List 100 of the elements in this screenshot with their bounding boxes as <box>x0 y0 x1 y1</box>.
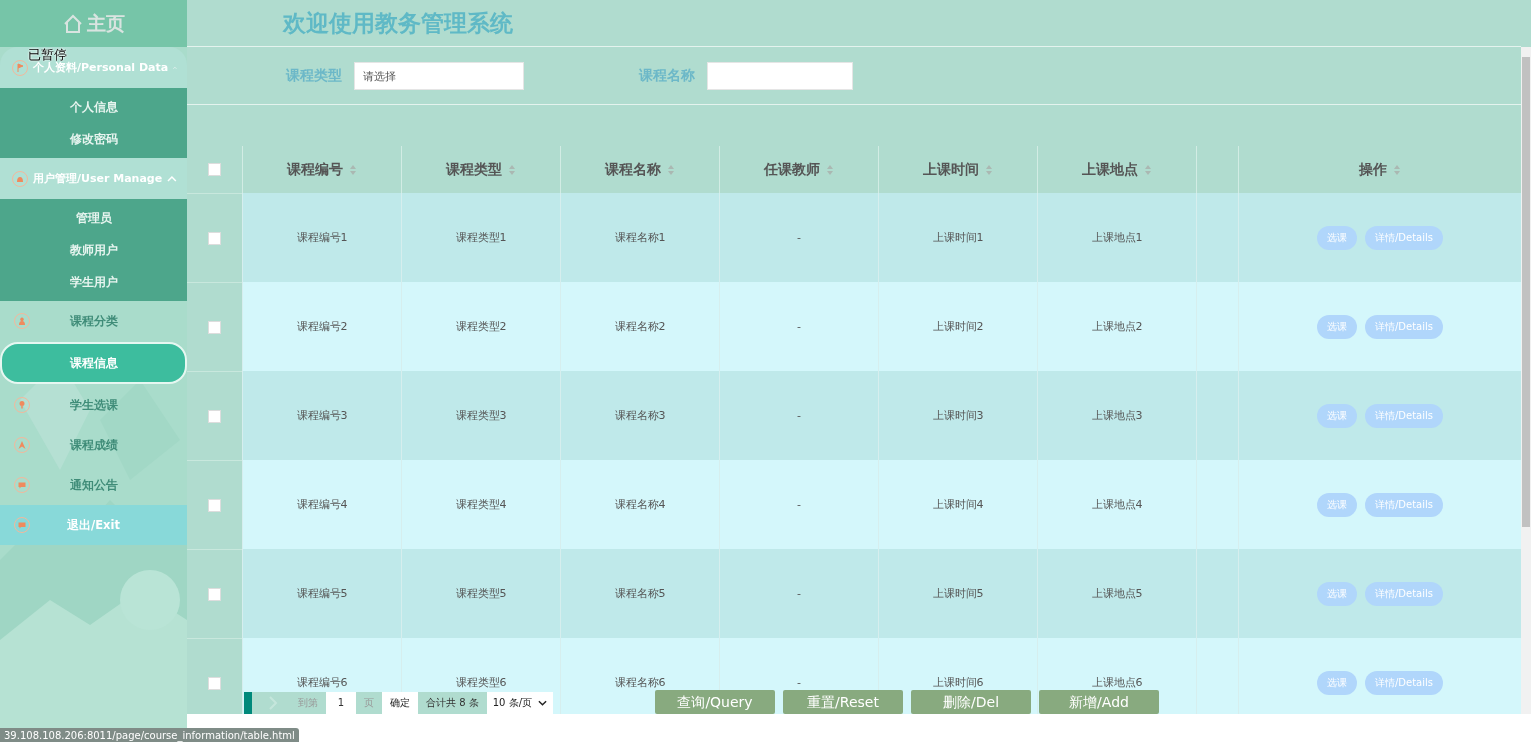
column-header[interactable]: 课程类型 <box>446 160 502 179</box>
submenu-item[interactable]: 管理员 <box>0 202 187 234</box>
table-cell: 上课地点2 <box>1091 319 1143 334</box>
column-header[interactable]: 课程编号 <box>287 160 343 179</box>
action-button[interactable]: 选课 <box>1316 581 1357 606</box>
table-cell: 课程编号1 <box>296 230 348 245</box>
search-field[interactable]: 请选择 <box>354 61 524 90</box>
column-header[interactable]: 课程名称 <box>605 160 661 179</box>
table-cell: 课程编号5 <box>296 586 348 601</box>
table-cell: 上课时间6 <box>932 675 984 690</box>
menu-item[interactable]: 课程信息 <box>0 342 187 384</box>
sort-icon <box>349 163 357 176</box>
sort-icon <box>826 163 834 176</box>
column-header[interactable]: 任课教师 <box>764 160 820 179</box>
table-cell: 上课时间2 <box>932 319 984 334</box>
table-cell: - <box>797 587 801 600</box>
page-field[interactable]: 1 <box>326 692 356 714</box>
action-button[interactable]: 详情/Details <box>1364 670 1443 695</box>
table-cell: 课程名称1 <box>614 230 666 245</box>
menu-item[interactable]: 学生选课 <box>0 385 187 425</box>
table-cell: 上课时间3 <box>932 408 984 423</box>
table-cell: 上课时间5 <box>932 586 984 601</box>
submenu-item[interactable]: 教师用户 <box>0 234 187 266</box>
checkbox[interactable] <box>208 163 221 176</box>
home-link[interactable]: 主页 <box>0 0 187 47</box>
table-cell: 课程类型2 <box>455 319 507 334</box>
table-cell: 课程编号4 <box>296 497 348 512</box>
menu-item[interactable]: 课程分类 <box>0 301 187 341</box>
table-cell: 课程编号2 <box>296 319 348 334</box>
table-cell: 上课地点4 <box>1091 497 1143 512</box>
action-button[interactable]: 重置/Reset <box>783 690 903 714</box>
table-cell: 课程类型3 <box>455 408 507 423</box>
submenu-item[interactable]: 学生用户 <box>0 266 187 298</box>
chevron-icon <box>167 175 177 182</box>
action-button[interactable]: 选课 <box>1316 314 1357 339</box>
home-icon <box>62 13 83 34</box>
menu-item[interactable]: 退出/Exit <box>0 505 187 545</box>
checkbox[interactable] <box>208 676 221 690</box>
table-cell: 上课时间4 <box>932 497 984 512</box>
action-button[interactable]: 新增/Add <box>1039 690 1159 714</box>
status-url: 39.108.108.206:8011/page/course_information/table.html <box>0 728 299 742</box>
page-size-select[interactable]: 10 条/页 <box>486 692 553 714</box>
total-count: 合计共 8 条 <box>425 696 480 710</box>
table-cell: 课程名称3 <box>614 408 666 423</box>
search-label: 课程名称 <box>639 66 695 85</box>
action-button[interactable]: 选课 <box>1316 403 1357 428</box>
menu-item[interactable]: 课程成绩 <box>0 425 187 465</box>
submenu-item[interactable]: 个人信息 <box>0 91 187 123</box>
table-cell: 课程类型5 <box>455 586 507 601</box>
page-title: 欢迎使用教务管理系统 <box>283 8 513 38</box>
table-cell: 上课地点3 <box>1091 408 1143 423</box>
action-button[interactable]: 选课 <box>1316 492 1357 517</box>
checkbox[interactable] <box>208 320 221 334</box>
submenu-item[interactable]: 修改密码 <box>0 123 187 155</box>
checkbox[interactable] <box>208 587 221 601</box>
search-label: 课程类型 <box>286 66 342 85</box>
page-marker <box>244 692 252 714</box>
column-header[interactable]: 上课地点 <box>1082 160 1138 179</box>
table-cell: 课程名称4 <box>614 497 666 512</box>
action-button[interactable]: 删除/Del <box>911 690 1031 714</box>
table-cell: 上课时间1 <box>932 230 984 245</box>
action-button[interactable]: 详情/Details <box>1364 581 1443 606</box>
page-unit: 页 <box>363 696 375 710</box>
action-button[interactable]: 选课 <box>1316 670 1357 695</box>
table-cell: 课程类型1 <box>455 230 507 245</box>
checkbox[interactable] <box>208 231 221 245</box>
table-cell: - <box>797 231 801 244</box>
checkbox[interactable] <box>208 409 221 423</box>
table-cell: 课程名称5 <box>614 586 666 601</box>
paused-label: 已暂停 <box>28 46 67 62</box>
sort-icon <box>508 163 516 176</box>
action-button[interactable]: 详情/Details <box>1364 314 1443 339</box>
table-cell: 课程名称2 <box>614 319 666 334</box>
table-cell: 课程类型6 <box>455 675 507 690</box>
menu-item[interactable]: 通知公告 <box>0 465 187 505</box>
scrollbar[interactable] <box>1521 47 1531 714</box>
sort-icon <box>985 163 993 176</box>
search-field[interactable] <box>707 61 853 90</box>
action-button[interactable]: 查询/Query <box>655 690 775 714</box>
table-cell: - <box>797 409 801 422</box>
table-cell: 课程编号6 <box>296 675 348 690</box>
action-button[interactable]: 详情/Details <box>1364 492 1443 517</box>
table-cell: 课程类型4 <box>455 497 507 512</box>
menu-group[interactable]: 用户管理/User Manage <box>0 158 187 199</box>
dropdown-icon <box>538 700 547 706</box>
table-cell: - <box>797 676 801 689</box>
sort-icon <box>667 163 675 176</box>
action-button[interactable]: 详情/Details <box>1364 225 1443 250</box>
table-cell: 课程名称6 <box>614 675 666 690</box>
action-button[interactable]: 详情/Details <box>1364 403 1443 428</box>
confirm-button[interactable]: 确定 <box>382 692 418 714</box>
action-button[interactable]: 选课 <box>1316 225 1357 250</box>
sort-icon <box>1144 163 1152 176</box>
sort-icon <box>1393 163 1401 176</box>
column-header[interactable]: 操作 <box>1359 160 1387 179</box>
table-cell: - <box>797 320 801 333</box>
table-cell: - <box>797 498 801 511</box>
table-cell: 上课地点5 <box>1091 586 1143 601</box>
checkbox[interactable] <box>208 498 221 512</box>
column-header[interactable]: 上课时间 <box>923 160 979 179</box>
